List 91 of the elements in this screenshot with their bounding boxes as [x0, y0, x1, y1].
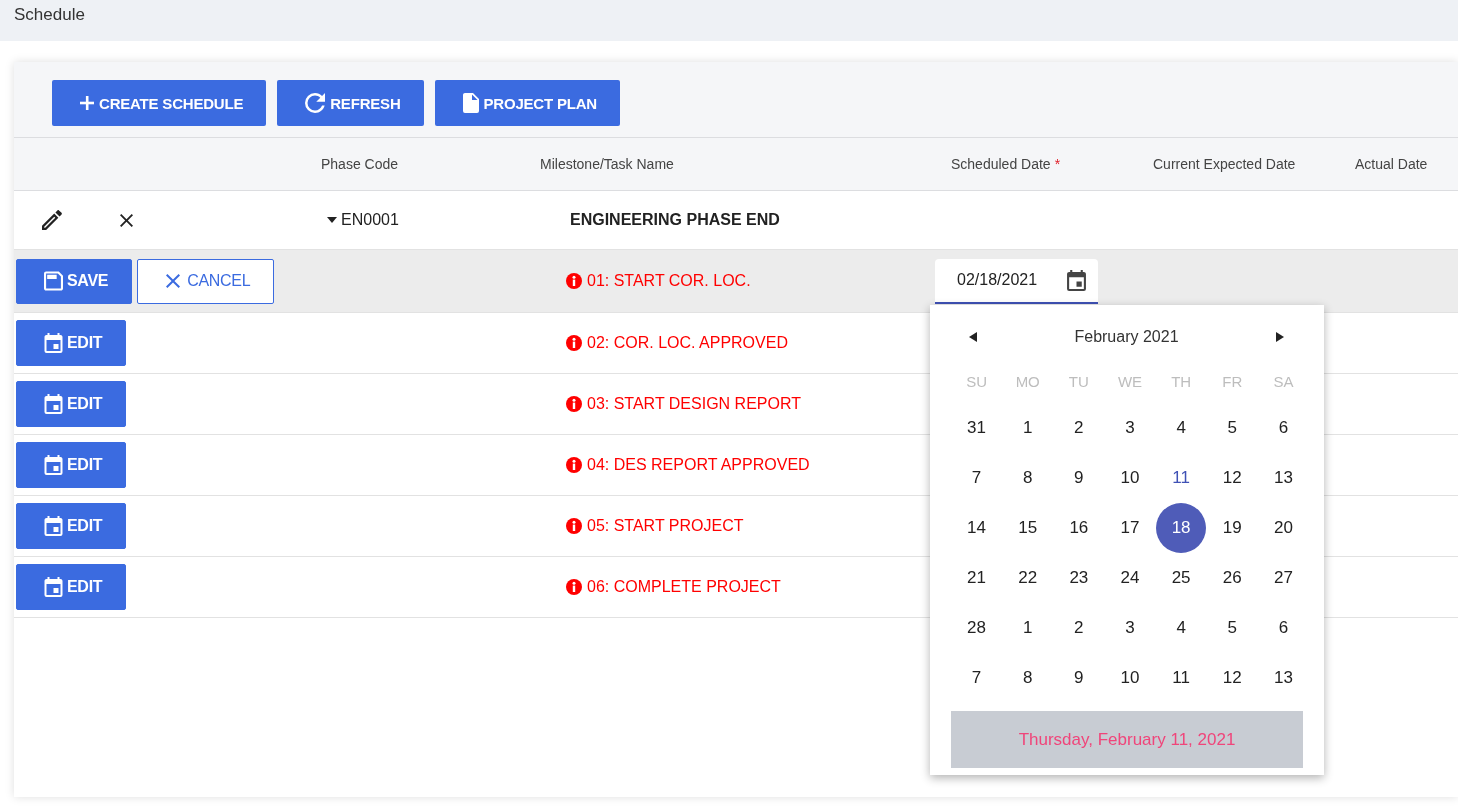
day-button[interactable]: 11: [1156, 653, 1207, 703]
day-button[interactable]: 1: [1002, 603, 1053, 653]
edit-button[interactable]: EDIT: [16, 503, 127, 549]
weekday-label: TU: [1068, 372, 1089, 390]
edit-button[interactable]: EDIT: [16, 442, 127, 488]
weekday-label: WE: [1117, 372, 1143, 390]
edit-button[interactable]: EDIT: [16, 381, 127, 427]
day-button[interactable]: 3: [1105, 403, 1155, 453]
day-button[interactable]: 5: [1207, 603, 1258, 653]
weekday-label: FR: [1222, 372, 1243, 390]
task-name: 02: COR. LOC. APPROVED: [587, 334, 788, 352]
calendar-icon: [44, 577, 63, 597]
refresh-icon: [305, 93, 326, 113]
caret-icon[interactable]: [327, 217, 337, 223]
task-name: 01: START COR. LOC.: [587, 272, 751, 290]
document-icon: [462, 93, 479, 113]
create-schedule-button[interactable]: CREATE SCHEDULE: [52, 80, 267, 126]
day-button[interactable]: 18: [1156, 503, 1207, 553]
calendar-icon: [44, 455, 63, 475]
day-button[interactable]: 6: [1258, 603, 1309, 653]
day-button[interactable]: 15: [1002, 503, 1053, 553]
calendar-icon: [44, 333, 63, 353]
calendar-icon: [44, 394, 63, 414]
day-button[interactable]: 10: [1105, 653, 1155, 703]
plus-icon: [80, 96, 94, 110]
refresh-button[interactable]: REFRESH: [277, 80, 424, 126]
edit-button[interactable]: EDIT: [16, 320, 127, 366]
day-button[interactable]: 22: [1002, 553, 1053, 603]
day-button[interactable]: 8: [1002, 653, 1053, 703]
day-button[interactable]: 28: [951, 603, 1002, 653]
column-header: Milestone/Task Name: [540, 156, 674, 172]
weekday-label: SU: [966, 372, 987, 390]
day-button[interactable]: 9: [1053, 453, 1104, 503]
calendar-icon: [44, 516, 63, 536]
day-button[interactable]: 7: [951, 453, 1002, 503]
day-button[interactable]: 13: [1258, 453, 1309, 503]
day-button[interactable]: 17: [1105, 503, 1155, 553]
save-button[interactable]: SAVE: [16, 258, 133, 304]
day-button[interactable]: 25: [1156, 553, 1207, 603]
day-button[interactable]: 4: [1156, 403, 1207, 453]
project-plan-button[interactable]: PROJECT PLAN: [434, 80, 620, 126]
phase-name: ENGINEERING PHASE END: [570, 211, 780, 228]
day-button[interactable]: 27: [1258, 553, 1309, 603]
weekday-label: TH: [1171, 372, 1192, 390]
cancel-button[interactable]: CANCEL: [137, 258, 275, 304]
phase-code: EN0001: [341, 211, 399, 229]
day-button[interactable]: 26: [1207, 553, 1258, 603]
day-button[interactable]: 7: [951, 653, 1002, 703]
required-marker: *: [1054, 156, 1061, 172]
task-name: 04: DES REPORT APPROVED: [587, 456, 810, 474]
weekday-label: MO: [1015, 372, 1040, 390]
right-arrow-icon[interactable]: [1276, 332, 1284, 342]
day-button[interactable]: 16: [1053, 503, 1104, 553]
day-button[interactable]: 5: [1207, 403, 1258, 453]
close-icon: [166, 274, 181, 288]
task-name: 06: COMPLETE PROJECT: [587, 578, 781, 596]
calendar-icon[interactable]: [1067, 269, 1086, 291]
column-header: Current Expected Date: [1153, 156, 1296, 172]
day-button[interactable]: 6: [1258, 403, 1309, 453]
day-button[interactable]: 21: [951, 553, 1002, 603]
weekday-label: SA: [1273, 372, 1294, 390]
pencil-icon[interactable]: [42, 210, 62, 230]
day-button[interactable]: 31: [951, 403, 1002, 453]
day-button[interactable]: 1: [1002, 403, 1053, 453]
day-button[interactable]: 9: [1053, 653, 1104, 703]
day-button[interactable]: 14: [951, 503, 1002, 553]
day-button[interactable]: 2: [1053, 403, 1104, 453]
month-label: February 2021: [1074, 328, 1179, 346]
page-title: Schedule: [14, 5, 85, 24]
day-button[interactable]: 19: [1207, 503, 1258, 553]
day-button[interactable]: 12: [1207, 653, 1258, 703]
day-button[interactable]: 20: [1258, 503, 1309, 553]
date-field[interactable]: 02/18/2021: [935, 258, 1098, 304]
task-name: 03: START DESIGN REPORT: [587, 395, 801, 413]
day-button[interactable]: 23: [1053, 553, 1104, 603]
edit-button[interactable]: EDIT: [16, 564, 127, 610]
day-button[interactable]: 11: [1156, 453, 1207, 503]
column-header: Scheduled Date: [951, 156, 1051, 172]
column-header: Actual Date: [1355, 156, 1428, 172]
day-button[interactable]: 4: [1156, 603, 1207, 653]
task-name: 05: START PROJECT: [587, 517, 744, 535]
day-button[interactable]: 2: [1053, 603, 1104, 653]
day-button[interactable]: 12: [1207, 453, 1258, 503]
day-button[interactable]: 10: [1105, 453, 1155, 503]
day-button[interactable]: 24: [1105, 553, 1155, 603]
close-icon[interactable]: [120, 213, 133, 227]
column-header: Phase Code: [321, 156, 399, 172]
left-arrow-icon[interactable]: [969, 332, 977, 342]
day-button[interactable]: 13: [1258, 653, 1309, 703]
day-button[interactable]: 8: [1002, 453, 1053, 503]
day-button[interactable]: 3: [1105, 603, 1155, 653]
